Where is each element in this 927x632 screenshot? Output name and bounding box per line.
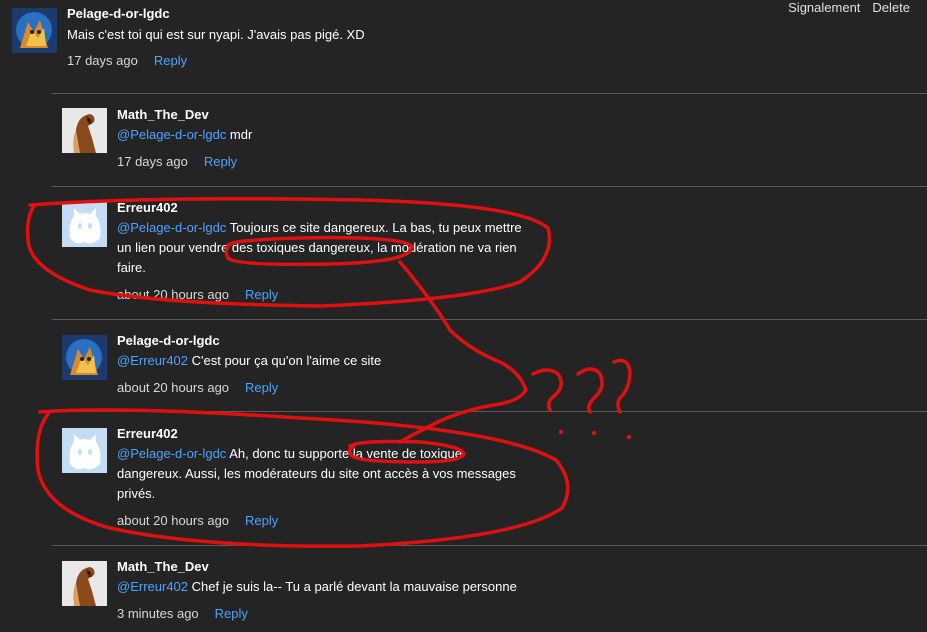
comment-text: @Pelage-d-or-lgdc Ah, donc tu supporte l… [117,444,527,504]
reply-link[interactable]: Reply [204,154,237,169]
ghost-cat-avatar[interactable] [62,202,107,247]
horse-avatar[interactable] [62,108,107,153]
comment-text: @Erreur402 Chef je suis la-- Tu a parlé … [117,577,817,597]
red-annotation-overlay [25,197,632,548]
comment-text: @Pelage-d-or-lgdc mdr [117,125,817,145]
divider [52,545,927,546]
comment-meta: 17 days ago Reply [117,154,237,169]
comment-text: @Erreur402 C'est pour ça qu'on l'aime ce… [117,351,817,371]
comment-text-content: Mais c'est toi qui est sur nyapi. J'avai… [67,27,365,42]
reply-link[interactable]: Reply [245,287,278,302]
comment-meta: about 20 hours ago Reply [117,380,278,395]
flame-cat-avatar[interactable] [62,335,107,380]
comment-text-content: C'est pour ça qu'on l'aime ce site [188,353,382,368]
comment-username[interactable]: Erreur402 [117,426,178,441]
comment-text-content: Chef je suis la-- Tu a parlé devant la m… [188,579,517,594]
annotation-dot-2 [591,430,597,436]
reply-link[interactable]: Reply [245,513,278,528]
comment-text: Mais c'est toi qui est sur nyapi. J'avai… [67,25,767,45]
comment-timestamp: about 20 hours ago [117,287,230,302]
annotation-question-mark-1 [531,368,563,412]
comment-timestamp: 17 days ago [117,154,188,169]
annotation-dot-3 [626,434,632,440]
mention-link[interactable]: @Erreur402 [117,579,188,594]
comment-timestamp: about 20 hours ago [117,380,230,395]
report-link[interactable]: Signalement [788,0,860,15]
mention-link[interactable]: @Pelage-d-or-lgdc [117,220,226,235]
comment-timestamp: about 20 hours ago [117,513,230,528]
horse-avatar[interactable] [62,561,107,606]
comment-timestamp: 3 minutes ago [117,606,199,621]
reply-link[interactable]: Reply [215,606,248,621]
comment-timestamp: 17 days ago [67,53,138,68]
reply-link[interactable]: Reply [245,380,278,395]
ghost-cat-avatar[interactable] [62,428,107,473]
comment-actions: Signalement Delete [788,0,910,15]
mention-link[interactable]: @Pelage-d-or-lgdc [117,127,226,142]
mention-link[interactable]: @Erreur402 [117,353,188,368]
mention-link[interactable]: @Pelage-d-or-lgdc [117,446,226,461]
reply-link[interactable]: Reply [154,53,187,68]
comment-username[interactable]: Math_The_Dev [117,559,209,574]
delete-link[interactable]: Delete [872,0,910,15]
flame-cat-avatar[interactable] [12,8,57,53]
comment-username[interactable]: Math_The_Dev [117,107,209,122]
divider [52,93,927,94]
divider [52,186,927,187]
comment-text-content: mdr [226,127,253,142]
comment-text: @Pelage-d-or-lgdc Toujours ce site dange… [117,218,527,278]
divider [52,411,927,412]
comment-username[interactable]: Erreur402 [117,200,178,215]
comment-meta: 17 days ago Reply [67,53,187,68]
comment-username[interactable]: Pelage-d-or-lgdc [67,6,170,21]
comment-meta: about 20 hours ago Reply [117,287,278,302]
annotation-question-mark-2 [576,367,604,414]
comment-meta: 3 minutes ago Reply [117,606,248,621]
annotation-dot-1 [558,429,564,435]
comment-username[interactable]: Pelage-d-or-lgdc [117,333,220,348]
divider [52,319,927,320]
comment-meta: about 20 hours ago Reply [117,513,278,528]
